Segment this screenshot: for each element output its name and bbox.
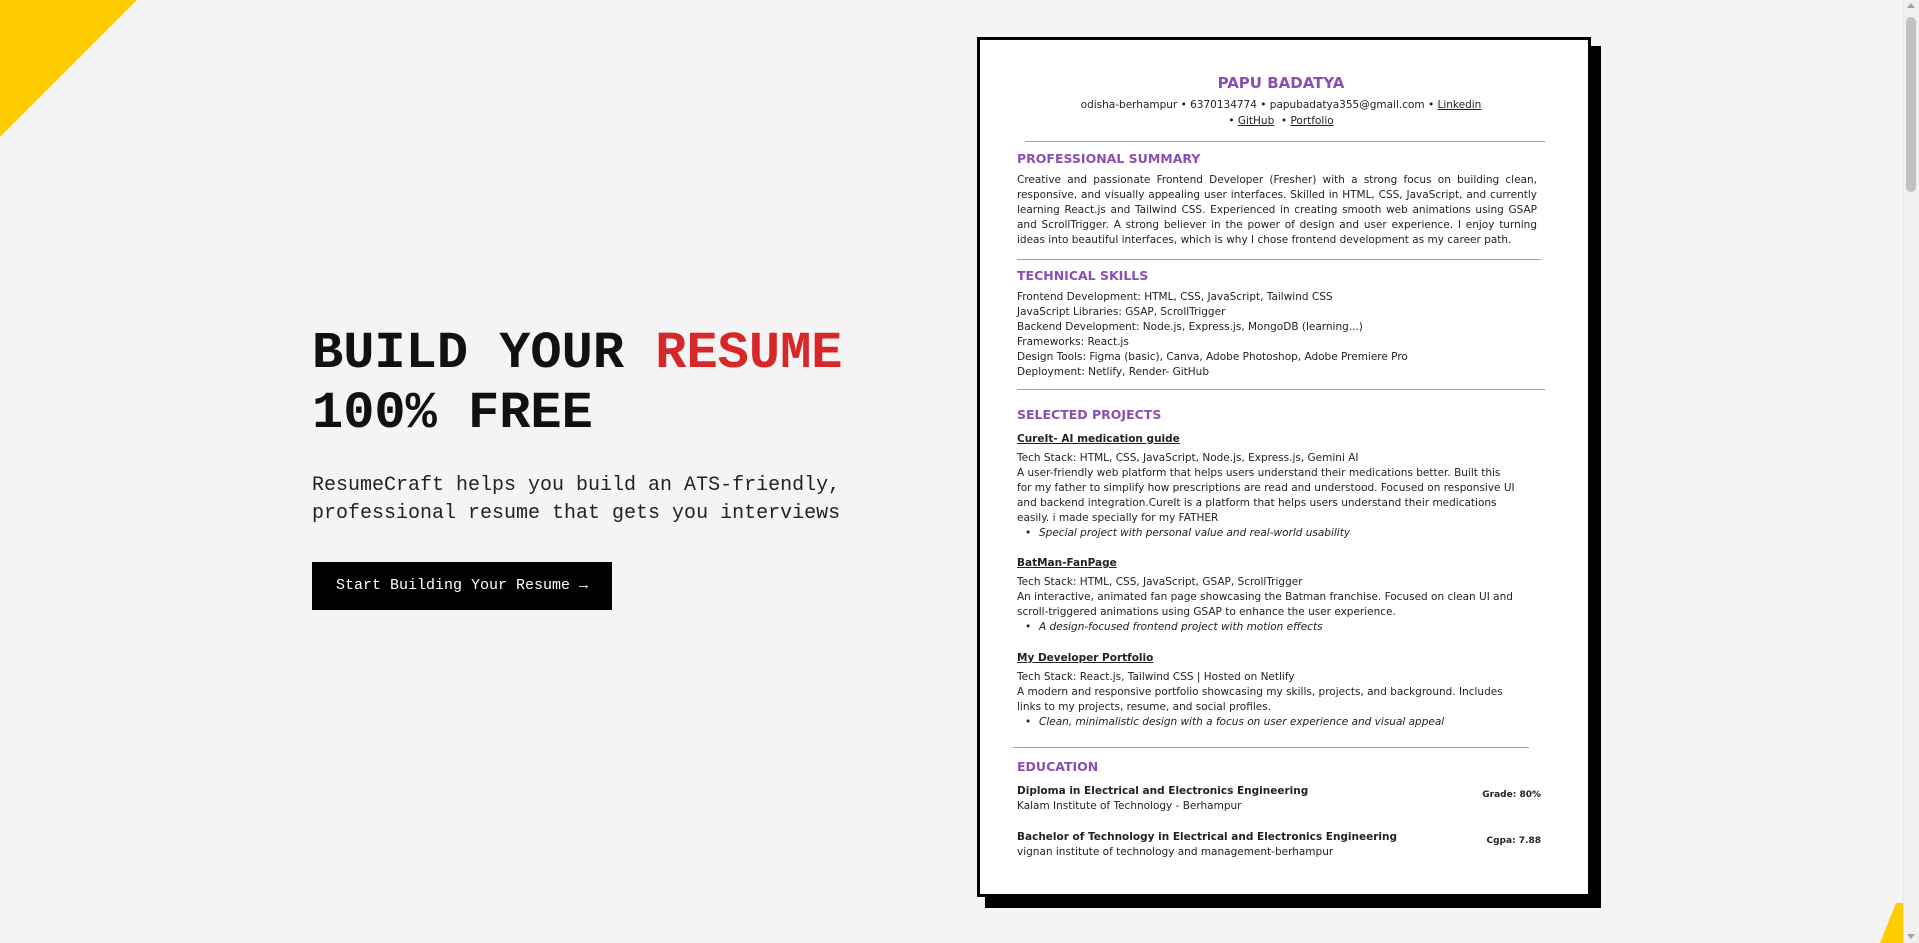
portfolio-link[interactable]: Portfolio <box>1290 115 1333 127</box>
project-item: BatMan-FanPage Tech Stack: HTML, CSS, Ja… <box>1017 556 1517 635</box>
project-description: An interactive, animated fan page showca… <box>1017 591 1513 618</box>
project-stack: Tech Stack: React.js, Tailwind CSS | Hos… <box>1017 671 1295 683</box>
corner-decoration-top-left <box>0 0 137 137</box>
education-institute: vignan institute of technology and manag… <box>1017 846 1334 858</box>
summary-text: Creative and passionate Frontend Develop… <box>1017 174 1537 246</box>
education-degree: Bachelor of Technology in Electrical and… <box>1017 831 1398 843</box>
projects-heading: SELECTED PROJECTS <box>1017 407 1162 422</box>
resume-contact: odisha-berhampur • 6370134774 • papubada… <box>1017 97 1545 129</box>
hero-subtitle: ResumeCraft helps you build an ATS-frien… <box>312 474 841 525</box>
education-item: Diploma in Electrical and Electronics En… <box>1017 784 1541 814</box>
resume-preview: PAPU BADATYA odisha-berhampur • 63701347… <box>977 37 1591 897</box>
skill-line: Backend Development: Node.js, Express.js… <box>1017 321 1363 333</box>
project-title: My Developer Portfolio <box>1017 652 1154 664</box>
scrollbar-thumb[interactable] <box>1906 17 1916 192</box>
project-stack: Tech Stack: HTML, CSS, JavaScript, GSAP,… <box>1017 576 1303 588</box>
hero-heading: BUILD YOUR RESUME 100% FREE <box>312 324 952 444</box>
project-title: BatMan-FanPage <box>1017 557 1117 569</box>
contact-bullet: • <box>1274 115 1291 127</box>
project-highlight: Special project with personal value and … <box>1017 526 1517 541</box>
project-item: CureIt- AI medication guide Tech Stack: … <box>1017 432 1517 541</box>
divider <box>1025 141 1545 142</box>
divider <box>1017 389 1545 390</box>
education-grade: Cgpa: 7.88 <box>1486 836 1541 846</box>
skill-line: Deployment: Netlify, Render- GitHub <box>1017 366 1209 378</box>
skill-line: Frameworks: React.js <box>1017 336 1129 348</box>
divider <box>1013 747 1529 748</box>
github-link[interactable]: GitHub <box>1238 115 1274 127</box>
linkedin-link[interactable]: Linkedin <box>1438 99 1482 111</box>
project-highlight: A design-focused frontend project with m… <box>1017 620 1517 635</box>
hero-heading-part1: BUILD YOUR <box>312 324 656 383</box>
scroll-up-arrow-icon[interactable] <box>1907 3 1915 8</box>
skill-line: JavaScript Libraries: GSAP, ScrollTrigge… <box>1017 306 1226 318</box>
skill-line: Frontend Development: HTML, CSS, JavaScr… <box>1017 291 1333 303</box>
skill-line: Design Tools: Figma (basic), Canva, Adob… <box>1017 351 1408 363</box>
education-grade: Grade: 80% <box>1482 790 1541 800</box>
contact-bullet: • <box>1228 115 1238 127</box>
page-scrollbar[interactable] <box>1903 0 1919 943</box>
scroll-down-arrow-icon[interactable] <box>1907 934 1915 939</box>
hero-section: BUILD YOUR RESUME 100% FREE ResumeCraft … <box>312 324 952 610</box>
project-highlight: Clean, minimalistic design with a focus … <box>1017 715 1517 730</box>
project-stack: Tech Stack: HTML, CSS, JavaScript, Node.… <box>1017 452 1359 464</box>
skills-heading: TECHNICAL SKILLS <box>1017 268 1149 283</box>
skills-list: Frontend Development: HTML, CSS, JavaScr… <box>1017 290 1541 380</box>
education-heading: EDUCATION <box>1017 759 1099 774</box>
hero-heading-accent: RESUME <box>655 324 843 383</box>
education-degree: Diploma in Electrical and Electronics En… <box>1017 785 1309 797</box>
project-title: CureIt- AI medication guide <box>1017 433 1180 445</box>
education-institute: Kalam Institute of Technology - Berhampu… <box>1017 800 1242 812</box>
start-building-button[interactable]: Start Building Your Resume → <box>312 562 613 610</box>
divider <box>1017 259 1541 260</box>
project-description: A modern and responsive portfolio showca… <box>1017 686 1503 713</box>
summary-heading: PROFESSIONAL SUMMARY <box>1017 151 1201 166</box>
hero-heading-line2: 100% FREE <box>312 384 593 443</box>
resume-name: PAPU BADATYA <box>1217 74 1345 92</box>
education-item: Bachelor of Technology in Electrical and… <box>1017 830 1541 860</box>
contact-details: odisha-berhampur • 6370134774 • papubada… <box>1080 99 1438 111</box>
project-description: A user-friendly web platform that helps … <box>1017 467 1515 524</box>
project-item: My Developer Portfolio Tech Stack: React… <box>1017 651 1517 730</box>
